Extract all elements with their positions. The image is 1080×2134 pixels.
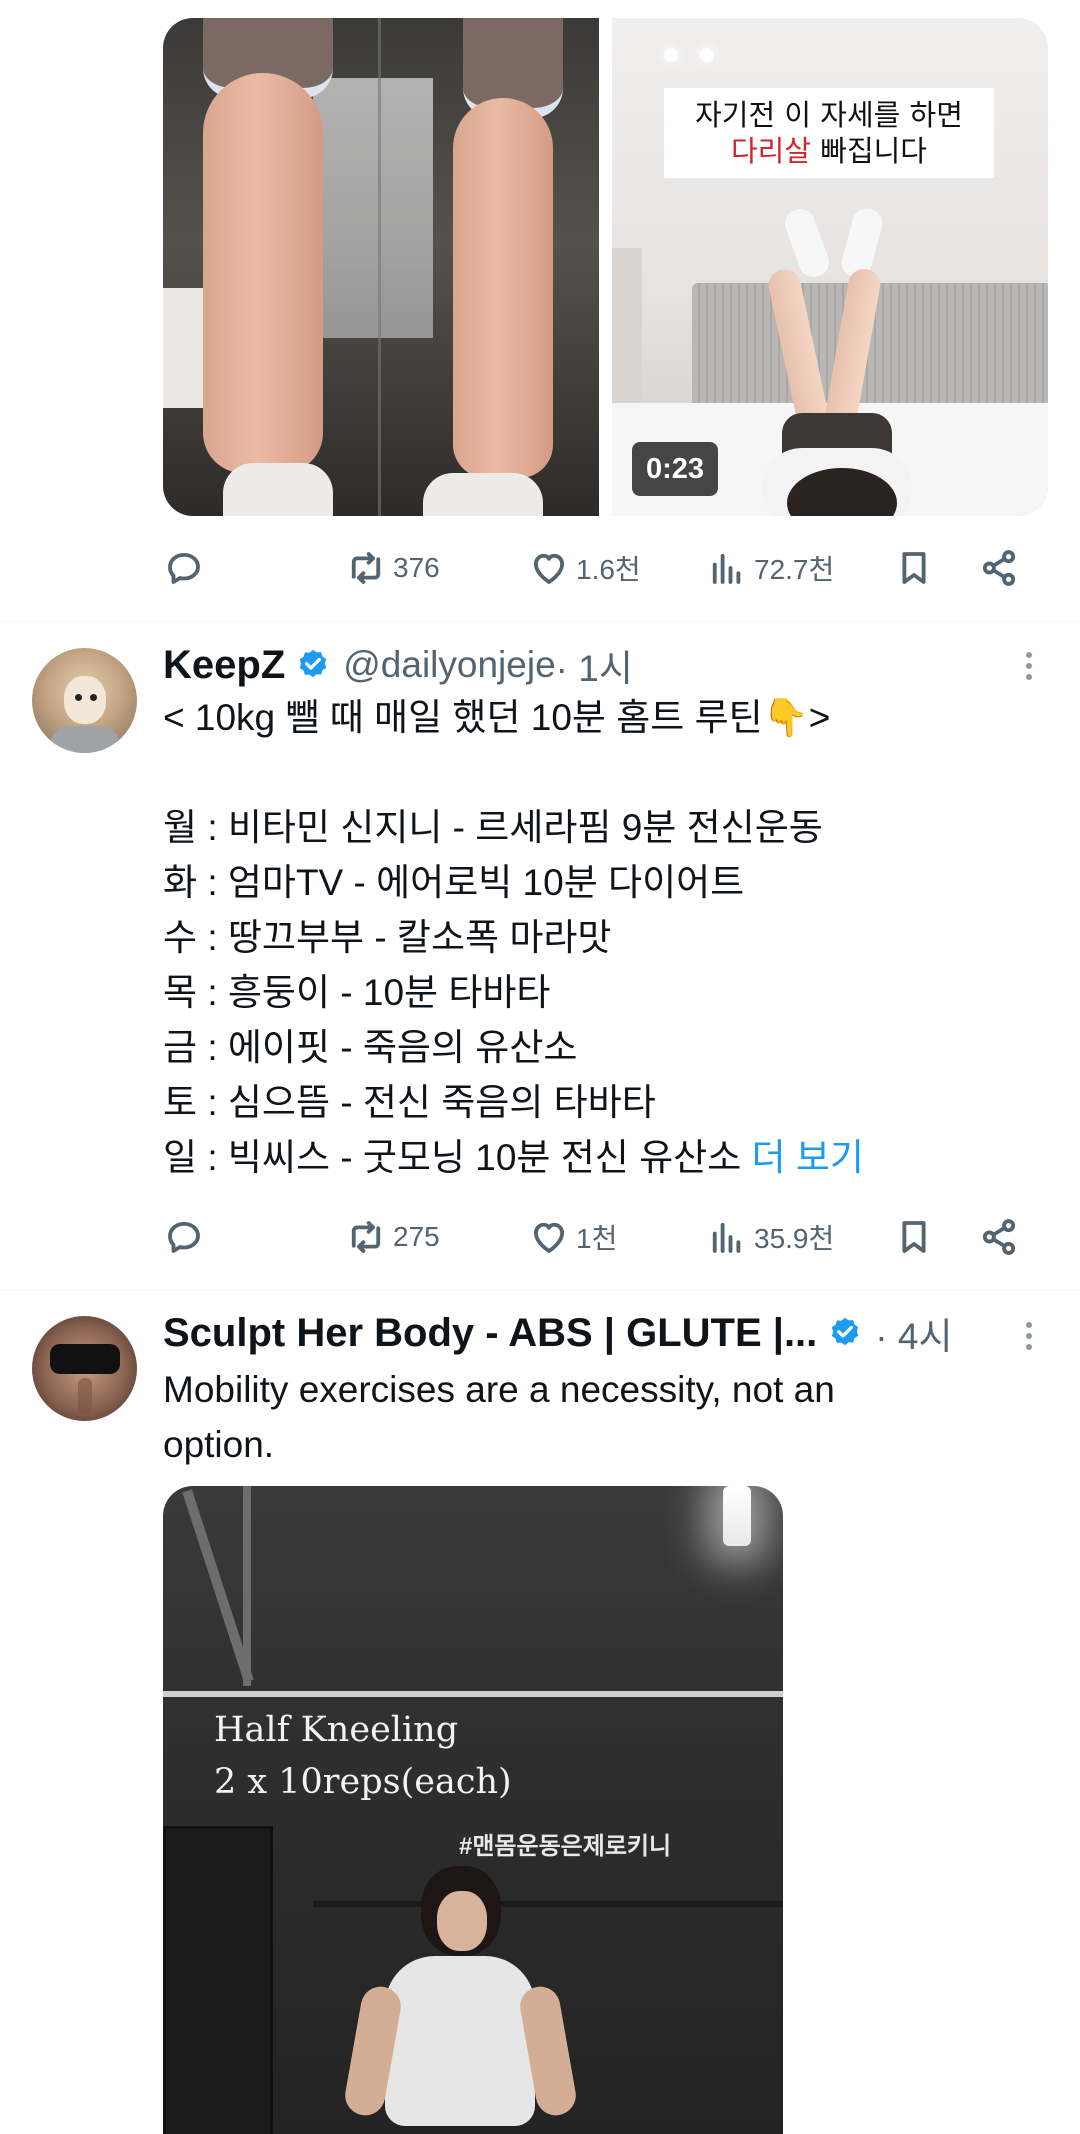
tweet-1-media[interactable]: 자기전 이 자세를 하면 다리살 빠집니다 0:23 xyxy=(163,18,1048,516)
views-chart-icon xyxy=(712,553,741,584)
share-button[interactable] xyxy=(978,1207,1020,1267)
video-caption-line1: 자기전 이 자세를 하면 xyxy=(695,98,963,132)
views-button[interactable]: 72.7천 xyxy=(706,538,834,598)
like-button[interactable]: 1.6천 xyxy=(528,538,641,598)
video-duration-badge: 0:23 xyxy=(632,442,719,496)
tweet-text: < 10kg 뺄 때 매일 했던 10분 홈트 루틴👇> 월 : 비타민 신지니… xyxy=(163,690,1053,1185)
display-name[interactable]: KeepZ xyxy=(163,643,285,688)
bookmark-button[interactable] xyxy=(893,1207,935,1267)
display-name[interactable]: Sculpt Her Body - ABS | GLUTE |... xyxy=(163,1311,817,1356)
share-button[interactable] xyxy=(978,538,1020,598)
tweet-header: KeepZ @dailyonjeje · 1시 xyxy=(163,640,633,690)
tweet-text: Mobility exercises are a necessity, not … xyxy=(163,1362,1053,1472)
more-options-icon[interactable] xyxy=(1010,648,1046,684)
retweet-icon xyxy=(351,1221,381,1253)
share-icon xyxy=(982,550,1016,586)
tweet-text-line: 월 : 비타민 신지니 - 르세라핌 9분 전신운동 xyxy=(163,807,823,848)
show-more-link[interactable]: 더 보기 xyxy=(752,1137,864,1178)
views-count: 72.7천 xyxy=(754,554,835,585)
video-caption: 자기전 이 자세를 하면 다리살 빠집니다 xyxy=(664,88,994,178)
more-options-icon[interactable] xyxy=(1010,1318,1046,1354)
avatar[interactable] xyxy=(32,648,137,753)
tweet-text-line: 일 : 빅씨스 - 굿모닝 10분 전신 유산소 xyxy=(163,1137,752,1178)
tweet-2-actions: 275 1천 35.9천 xyxy=(163,1207,1033,1267)
tweet-text-line: < 10kg 뺄 때 매일 했던 10분 홈트 루틴👇> xyxy=(163,697,831,738)
bookmark-icon xyxy=(902,552,926,584)
like-count: 1천 xyxy=(576,1223,618,1254)
tweet-separator xyxy=(0,1289,1080,1290)
user-handle[interactable]: @dailyonjeje xyxy=(343,644,555,686)
tweet-text-line: 목 : 흥둥이 - 10분 타바타 xyxy=(163,972,551,1013)
avatar[interactable] xyxy=(32,1316,137,1421)
verified-badge-icon xyxy=(832,1317,859,1346)
gym-video[interactable]: Half Kneeling 2 x 10reps(each) #맨몸운동은제로키… xyxy=(163,1486,783,2134)
video-overlay-line1: Half Kneeling xyxy=(214,1710,459,1750)
bookmark-icon xyxy=(902,1221,926,1253)
tweet-text-line: 화 : 엄마TV - 에어로빅 10분 다이어트 xyxy=(163,862,745,903)
video-overlay-line2: 2 x 10reps(each) xyxy=(214,1762,512,1802)
post-time: · 4시 xyxy=(875,1316,953,1357)
tweet-separator xyxy=(0,621,1080,622)
tweet-text-line xyxy=(163,745,1053,800)
tweet-header: Sculpt Her Body - ABS | GLUTE |... · 4시 xyxy=(163,1308,953,1358)
tweet-text-line: 금 : 에이핏 - 죽음의 유산소 xyxy=(163,1027,578,1068)
views-chart-icon xyxy=(712,1222,741,1253)
retweet-count: 275 xyxy=(393,1221,440,1252)
share-icon xyxy=(982,1219,1016,1255)
retweet-button[interactable]: 275 xyxy=(345,1207,440,1267)
reply-icon xyxy=(168,552,200,584)
heart-icon xyxy=(533,553,565,584)
tweet-text-line: 토 : 심으뜸 - 전신 죽음의 타바타 xyxy=(163,1082,656,1123)
views-button[interactable]: 35.9천 xyxy=(706,1207,834,1267)
bedroom-video[interactable]: 자기전 이 자세를 하면 다리살 빠집니다 0:23 xyxy=(612,18,1048,516)
reply-icon xyxy=(168,1221,200,1253)
video-hashtag: #맨몸운동은제로키니 xyxy=(459,1833,672,1860)
heart-icon xyxy=(533,1222,565,1253)
bookmark-button[interactable] xyxy=(893,538,935,598)
retweet-button[interactable]: 376 xyxy=(345,538,440,598)
retweet-icon xyxy=(351,552,381,584)
legs-photo[interactable] xyxy=(163,18,599,516)
views-count: 35.9천 xyxy=(754,1223,835,1254)
video-caption-line2: 빠집니다 xyxy=(811,134,927,168)
reply-button[interactable] xyxy=(163,538,211,598)
like-count: 1.6천 xyxy=(576,554,641,585)
post-time: · 1시 xyxy=(555,648,633,689)
tweet-text-line: 수 : 땅끄부부 - 칼소폭 마라맛 xyxy=(163,917,612,958)
video-caption-highlight: 다리살 xyxy=(731,134,812,168)
like-button[interactable]: 1천 xyxy=(528,1207,617,1267)
tweet-3-media[interactable]: Half Kneeling 2 x 10reps(each) #맨몸운동은제로키… xyxy=(163,1486,783,2134)
tweet-text-line: option. xyxy=(163,1424,275,1465)
reply-button[interactable] xyxy=(163,1207,211,1267)
tweet-text-line: Mobility exercises are a necessity, not … xyxy=(163,1369,835,1410)
retweet-count: 376 xyxy=(393,552,440,583)
verified-badge-icon xyxy=(300,649,327,678)
tweet-1-actions: 376 1.6천 72.7천 xyxy=(163,538,1033,598)
